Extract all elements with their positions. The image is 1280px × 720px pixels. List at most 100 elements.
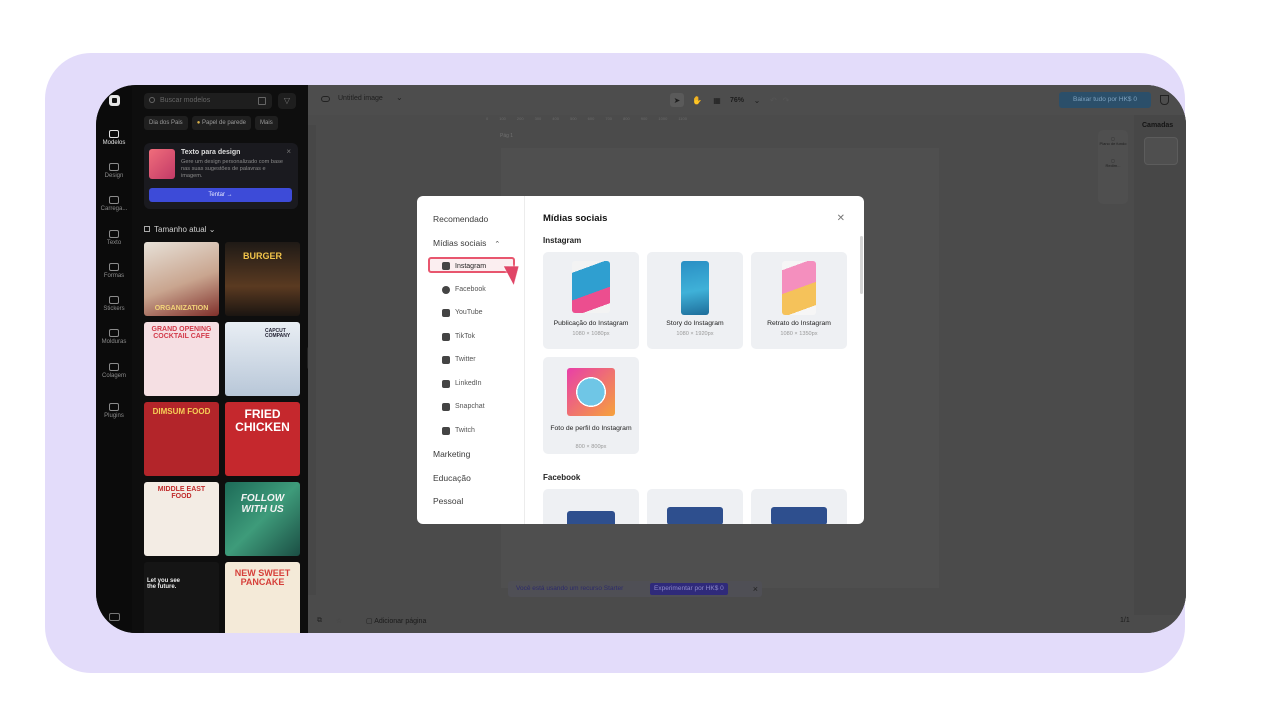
template-card[interactable]: ORGANIZATION: [144, 242, 219, 316]
select-tool-icon[interactable]: ➤: [670, 93, 684, 107]
size-card-instagram-post[interactable]: Publicação do Instagram 1080 × 1080px: [543, 252, 639, 349]
close-icon[interactable]: ✕: [837, 213, 845, 224]
chevron-down-icon[interactable]: ⌄: [750, 93, 764, 107]
chip-fathers-day[interactable]: Dia dos Pais: [144, 116, 188, 130]
template-card[interactable]: NEW SWEET PANCAKE: [225, 562, 300, 633]
page-counter: 1/1: [1120, 617, 1130, 624]
size-card-instagram-profile[interactable]: Foto de perfil do Instagram 800 × 800px: [543, 357, 639, 454]
collage-icon: [109, 363, 119, 371]
copy-icon[interactable]: ⧉: [317, 617, 322, 625]
shortcuts-icon[interactable]: [109, 613, 120, 621]
close-icon[interactable]: ×: [286, 147, 291, 156]
add-page-button[interactable]: ▢ Adicionar página: [366, 617, 426, 625]
try-button[interactable]: Tentar →: [149, 188, 292, 202]
twitter-icon: [442, 356, 450, 364]
templates-icon: [109, 130, 119, 138]
resize-tool[interactable]: ▢ Redim...: [1098, 158, 1128, 168]
search-icon: [149, 97, 155, 103]
rail-collage[interactable]: Colagem: [96, 363, 132, 379]
layout-icon[interactable]: ▦: [710, 93, 724, 107]
chip-more[interactable]: Mais: [255, 116, 278, 130]
left-rail: Modelos Design Carrega... Texto Formas S…: [96, 85, 132, 633]
background-tool[interactable]: ▢ Plano de fundo: [1098, 136, 1128, 146]
rail-uploads[interactable]: Carrega...: [96, 196, 132, 212]
sub-twitch[interactable]: Twitch: [441, 423, 515, 439]
facebook-icon: [442, 286, 450, 294]
design-icon: [109, 163, 119, 171]
resize-icon: [144, 226, 150, 232]
promo-description: Gere um design personalizado com base na…: [181, 159, 283, 179]
sub-tiktok[interactable]: TikTok: [441, 329, 515, 345]
redo-icon[interactable]: ↷: [783, 96, 790, 105]
shield-icon[interactable]: [1160, 95, 1169, 105]
sub-twitter[interactable]: Twitter: [441, 352, 515, 368]
template-card[interactable]: DIMSUM FOOD: [144, 402, 219, 476]
category-marketing[interactable]: Marketing: [433, 449, 470, 459]
document-title[interactable]: Untitled image: [338, 95, 383, 102]
try-starter-button[interactable]: Experimentar por HK$ 0: [650, 583, 728, 595]
category-personal[interactable]: Pessoal: [433, 496, 463, 506]
text-icon: [109, 230, 119, 238]
layer-thumbnail[interactable]: [1144, 137, 1178, 165]
size-card-facebook[interactable]: [751, 489, 847, 524]
sub-snapchat[interactable]: Snapchat: [441, 399, 515, 415]
twitch-icon: [442, 427, 450, 435]
add-page-icon: ▢: [366, 618, 375, 625]
search-input[interactable]: Buscar modelos: [144, 93, 272, 109]
size-card-facebook[interactable]: [543, 489, 639, 524]
sub-facebook[interactable]: Facebook: [441, 282, 515, 298]
rail-frames[interactable]: Molduras: [96, 329, 132, 345]
zoom-level[interactable]: 76%: [730, 97, 744, 104]
size-card-instagram-portrait[interactable]: Retrato do Instagram 1080 × 1350px: [751, 252, 847, 349]
template-card[interactable]: CAPCUT COMPANY: [225, 322, 300, 396]
modal-content: Mídias sociais ✕ Instagram Publicação do…: [525, 196, 864, 524]
size-card-facebook[interactable]: [647, 489, 743, 524]
sub-instagram[interactable]: Instagram: [428, 257, 515, 273]
templates-panel: Buscar modelos ▽ Dia dos Pais ● Papel de…: [132, 85, 308, 633]
rail-design[interactable]: Design: [96, 163, 132, 179]
category-recommended[interactable]: Recomendado: [433, 214, 488, 224]
rail-plugins[interactable]: Plugins: [96, 403, 132, 419]
rail-templates[interactable]: Modelos: [96, 125, 132, 155]
export-button[interactable]: Baixar tudo por HK$ 0: [1059, 92, 1151, 108]
hand-tool-icon[interactable]: ✋: [690, 93, 704, 107]
undo-icon[interactable]: ↶: [770, 96, 777, 105]
chevron-down-icon[interactable]: ⌄: [396, 93, 403, 102]
template-card[interactable]: Let you see the future.: [144, 562, 219, 633]
rail-stickers[interactable]: Stickers: [96, 296, 132, 312]
facebook-preview: [771, 507, 827, 524]
chevron-down-icon: ⌄: [208, 225, 216, 234]
capcut-logo-icon: [109, 95, 120, 106]
template-card[interactable]: FRIED CHICKEN: [225, 402, 300, 476]
filter-button[interactable]: ▽: [278, 93, 296, 109]
category-education[interactable]: Educação: [433, 473, 471, 483]
close-icon[interactable]: ×: [753, 581, 758, 597]
size-card-instagram-story[interactable]: Story do Instagram 1080 × 1920px: [647, 252, 743, 349]
modal-sidebar: Recomendado Mídias sociais ⌃ Instagram Fa…: [417, 196, 526, 524]
instagram-portrait-preview: [782, 261, 816, 315]
template-card[interactable]: FOLLOW WITH US: [225, 482, 300, 556]
layers-title: Camadas: [1142, 122, 1174, 129]
chip-wallpaper[interactable]: ● Papel de parede: [191, 116, 252, 130]
template-card[interactable]: GRAND OPENING COCKTAIL CAFE: [144, 322, 219, 396]
star-icon[interactable]: ☆: [336, 617, 342, 625]
vertical-ruler: [308, 125, 316, 595]
image-search-icon[interactable]: [258, 97, 266, 105]
tiktok-icon: [442, 333, 450, 341]
sub-youtube[interactable]: YouTube: [441, 305, 515, 321]
instagram-icon: [442, 262, 450, 270]
facebook-preview: [667, 507, 723, 524]
current-size-dropdown[interactable]: Tamanho atual ⌄: [144, 225, 215, 234]
starter-notice: Você está usando um recurso Starter Expe…: [508, 581, 762, 597]
rail-text[interactable]: Texto: [96, 230, 132, 246]
modal-scrollbar[interactable]: [860, 236, 863, 294]
rail-shapes[interactable]: Formas: [96, 263, 132, 279]
floating-tools: ▢ Plano de fundo ▢ Redim...: [1098, 130, 1128, 204]
cloud-icon: [321, 96, 330, 102]
sub-linkedin[interactable]: LinkedIn: [441, 376, 515, 392]
template-card[interactable]: MIDDLE EAST FOOD: [144, 482, 219, 556]
category-social-media[interactable]: Mídias sociais ⌃: [433, 238, 500, 248]
template-card[interactable]: BURGER: [225, 242, 300, 316]
canvas-tools: ➤ ✋ ▦ 76% ⌄ ↶ ↷: [670, 93, 789, 107]
upload-cloud-icon: [109, 196, 119, 204]
